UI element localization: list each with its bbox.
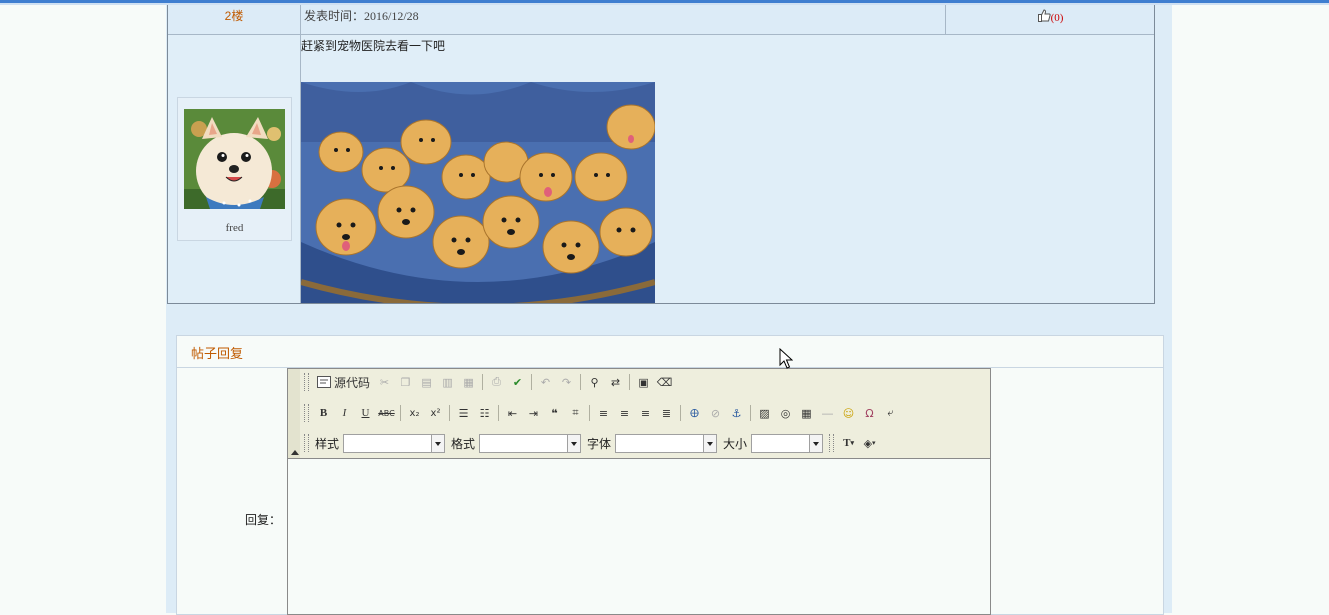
puppies-photo [301,82,655,303]
toolbar-grip [829,434,835,452]
undo-icon[interactable]: ↶ [535,371,556,393]
source-icon [317,376,331,388]
toolbar-separator [400,405,401,421]
font-label: 字体 [587,436,612,451]
editor-content-area[interactable] [288,459,990,614]
outdent-icon[interactable]: ⇤ [502,402,523,424]
like-count: (0) [1050,12,1064,24]
reply-section-header: 帖子回复 [177,336,1163,368]
author-card: fred [177,97,292,241]
toolbar-separator [629,374,631,390]
post-image[interactable] [301,82,655,303]
style-select[interactable] [343,433,446,453]
chevron-down-icon[interactable] [703,434,717,452]
cut-icon[interactable]: ✂ [374,371,395,393]
author-column: fred [168,35,301,303]
post-time: 发表时间：2016/12/28 [301,5,946,34]
find-icon[interactable]: ⚲ [584,371,605,393]
toolbar-grip [304,373,309,391]
copy-icon[interactable]: ❐ [395,371,416,393]
chevron-down-icon[interactable] [431,434,445,452]
horizontal-rule-icon[interactable]: ― [817,402,838,424]
thumbs-up-icon[interactable] [1037,9,1051,22]
align-right-icon[interactable]: ≡ [635,402,656,424]
format-label: 格式 [451,436,476,451]
flash-icon[interactable]: ◎ [775,402,796,424]
author-name[interactable]: fred [178,222,291,234]
avatar[interactable] [184,109,285,209]
page-break-icon[interactable]: ⤶ [880,402,901,424]
smiley-icon[interactable]: ☺ [838,402,859,424]
align-center-icon[interactable]: ≡ [614,402,635,424]
replace-icon[interactable]: ⇄ [605,371,626,393]
rich-text-editor: 源代码 ✂ ❐ ▤ ▥ ▦ ⎙ ✔ ↶ ↷ ⚲ ⇄ ▣ ⌫ B I U ABC [287,368,991,615]
collapse-arrow-icon [291,450,299,455]
unlink-icon[interactable]: ⊘ [705,402,726,424]
toolbar-row-3: 样式 格式 字体 大小 T ▾ ◈ ▾ [302,430,880,456]
post-content: 赶紧到宠物医院去看一下吧 [301,35,1154,303]
toolbar-row-2: B I U ABC x₂ x² ☰ ☷ ⇤ ⇥ ❝ ⌗ ≡ ≡ ≡ ≣ 🜨 ⊘ … [302,400,901,426]
toolbar-separator [680,405,681,421]
toolbar-separator [531,374,533,390]
toolbar-separator [482,374,484,390]
unordered-list-icon[interactable]: ☷ [474,402,495,424]
size-label: 大小 [723,436,748,451]
text-color-icon[interactable]: T ▾ [838,432,859,454]
toolbar-row-1: 源代码 ✂ ❐ ▤ ▥ ▦ ⎙ ✔ ↶ ↷ ⚲ ⇄ ▣ ⌫ [302,369,675,395]
toolbar-grip [304,434,309,452]
source-button[interactable]: 源代码 [313,371,374,393]
div-icon[interactable]: ⌗ [565,402,586,424]
chevron-down-icon[interactable] [567,434,581,452]
anchor-icon[interactable]: ⚓ [726,402,747,424]
toolbar-separator [589,405,590,421]
style-label: 样式 [315,436,340,451]
select-all-icon[interactable]: ▣ [633,371,654,393]
post-header: 2楼 发表时间：2016/12/28 (0) [168,5,1154,35]
indent-icon[interactable]: ⇥ [523,402,544,424]
background-color-icon[interactable]: ◈ ▾ [859,432,880,454]
superscript-icon[interactable]: x² [425,402,446,424]
source-label: 源代码 [334,375,371,390]
toolbar-grip [304,404,309,422]
underline-icon[interactable]: U [355,402,376,424]
reply-label: 回复： [244,513,281,527]
remove-format-icon[interactable]: ⌫ [654,371,675,393]
spellcheck-icon[interactable]: ✔ [507,371,528,393]
floor-number: 2楼 [168,5,301,34]
align-left-icon[interactable]: ≡ [593,402,614,424]
avatar-image [184,109,285,209]
image-icon[interactable]: ▨ [754,402,775,424]
editor-toolbar: 源代码 ✂ ❐ ▤ ▥ ▦ ⎙ ✔ ↶ ↷ ⚲ ⇄ ▣ ⌫ B I U ABC [288,369,990,459]
paste-text-icon[interactable]: ▥ [437,371,458,393]
table-icon[interactable]: ▦ [796,402,817,424]
font-select[interactable] [615,433,718,453]
toolbar-collapse-button[interactable] [288,369,300,458]
toolbar-separator [498,405,499,421]
toolbar-separator [449,405,450,421]
ordered-list-icon[interactable]: ☰ [453,402,474,424]
chevron-down-icon[interactable] [809,434,823,452]
subscript-icon[interactable]: x₂ [404,402,425,424]
paste-icon[interactable]: ▤ [416,371,437,393]
post-text: 赶紧到宠物医院去看一下吧 [301,39,446,53]
forum-post: 2楼 发表时间：2016/12/28 (0) fred 赶紧到宠物医院去看一下吧 [167,5,1155,304]
print-icon[interactable]: ⎙ [486,371,507,393]
link-icon[interactable]: 🜨 [684,402,705,424]
format-select[interactable] [479,433,582,453]
mouse-cursor-icon [779,348,793,369]
toolbar-separator [750,405,751,421]
size-select[interactable] [751,433,824,453]
reply-section-title: 帖子回复 [191,346,244,361]
align-justify-icon[interactable]: ≣ [656,402,677,424]
paste-word-icon[interactable]: ▦ [458,371,479,393]
bold-icon[interactable]: B [313,402,334,424]
italic-icon[interactable]: I [334,402,355,424]
redo-icon[interactable]: ↷ [556,371,577,393]
reply-label-column: 回复： [177,368,288,614]
strike-icon[interactable]: ABC [376,402,397,424]
toolbar-separator [580,374,582,390]
special-char-icon[interactable]: Ω [859,402,880,424]
like-button[interactable]: (0) [947,5,1154,34]
blockquote-icon[interactable]: ❝ [544,402,565,424]
